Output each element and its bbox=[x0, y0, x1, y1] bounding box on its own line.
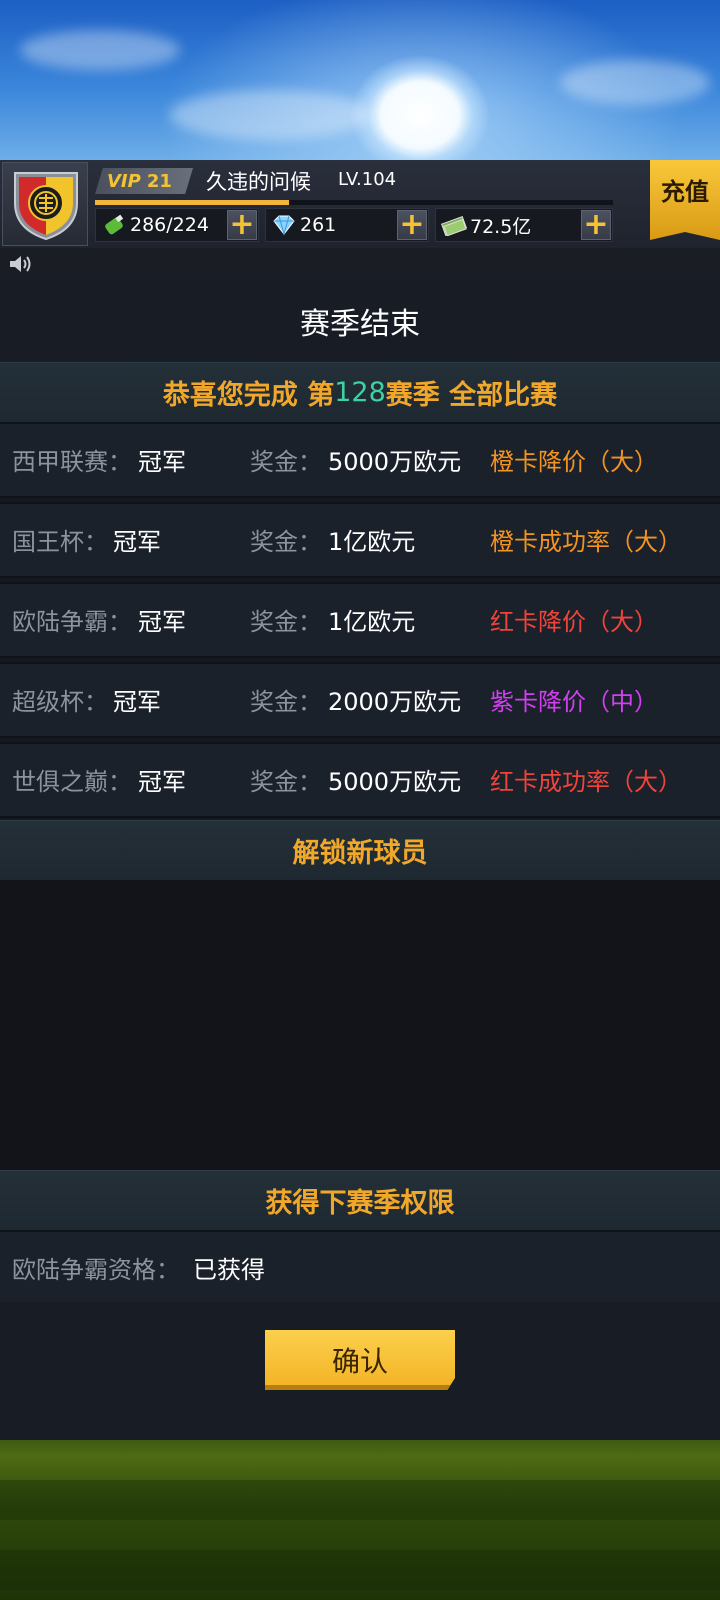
competition-name: 欧陆争霸： bbox=[12, 608, 132, 636]
prize-amount: 2000万欧元 bbox=[328, 688, 462, 716]
diamond-counter: 261 + bbox=[265, 208, 429, 242]
qualification-row: 欧陆争霸资格： 已获得 bbox=[0, 1230, 720, 1306]
competition-result: 冠军 bbox=[138, 608, 186, 636]
page-title: 赛季结束 bbox=[0, 280, 720, 362]
reward-text: 红卡成功率（大） bbox=[490, 768, 682, 796]
diamond-icon bbox=[271, 214, 297, 236]
result-row: 欧陆争霸： 冠军 奖金： 1亿欧元 红卡降价（大） bbox=[0, 582, 720, 658]
result-row: 国王杯： 冠军 奖金： 1亿欧元 橙卡成功率（大） bbox=[0, 502, 720, 578]
reward-text: 红卡降价（大） bbox=[490, 608, 658, 636]
prize-label: 奖金： bbox=[250, 528, 322, 556]
reward-text: 橙卡降价（大） bbox=[490, 448, 658, 476]
prize-label: 奖金： bbox=[250, 768, 322, 796]
season-end-panel: 赛季结束 恭喜您完成 第 128 赛季 全部比赛 西甲联赛： 冠军 奖金： 5000… bbox=[0, 280, 720, 1440]
competition-name: 超级杯： bbox=[12, 688, 108, 716]
vip-label: VIP bbox=[107, 170, 141, 192]
vip-level: 21 bbox=[146, 170, 172, 192]
congrats-prefix: 恭喜您完成 第 bbox=[162, 380, 335, 411]
stamina-counter: 286/224 + bbox=[95, 208, 259, 242]
prize-label: 奖金： bbox=[250, 688, 322, 716]
confirm-button[interactable]: 确认 bbox=[265, 1330, 455, 1390]
stamina-bottle-icon bbox=[101, 214, 127, 236]
player-level: LV.104 bbox=[338, 169, 397, 190]
confirm-area: 确认 bbox=[0, 1302, 720, 1440]
prize-amount: 1亿欧元 bbox=[328, 608, 416, 636]
stamina-value: 286/224 bbox=[130, 214, 209, 236]
vip-badge[interactable]: VIP 21 bbox=[95, 168, 193, 194]
qualification-value: 已获得 bbox=[193, 1256, 265, 1284]
prize-amount: 5000万欧元 bbox=[328, 768, 462, 796]
prize-amount: 5000万欧元 bbox=[328, 448, 462, 476]
unlock-players-heading: 解锁新球员 bbox=[0, 820, 720, 880]
new-players-area bbox=[0, 880, 720, 1170]
competition-name: 世俱之巅： bbox=[12, 768, 132, 796]
top-status-bar: VIP 21 久违的问候 LV.104 286/224 + 261 + 72.5… bbox=[0, 160, 720, 248]
prize-label: 奖金： bbox=[250, 608, 322, 636]
cloud bbox=[560, 60, 710, 105]
cloud bbox=[170, 90, 370, 140]
competition-result: 冠军 bbox=[113, 688, 161, 716]
grass-stripe bbox=[0, 1480, 720, 1520]
reward-text: 紫卡降价（中） bbox=[490, 688, 658, 716]
xp-progress-bar bbox=[95, 200, 613, 205]
add-stamina-button[interactable]: + bbox=[227, 210, 257, 240]
grass-stripe bbox=[0, 1550, 720, 1590]
grass-background bbox=[0, 1440, 720, 1600]
season-number: 128 bbox=[334, 377, 386, 408]
money-value: 72.5亿 bbox=[470, 215, 532, 238]
congrats-suffix: 赛季 全部比赛 bbox=[385, 380, 558, 411]
next-season-heading: 获得下赛季权限 bbox=[0, 1170, 720, 1230]
player-name: 久违的问候 bbox=[206, 170, 311, 194]
cash-icon bbox=[441, 214, 467, 236]
speaker-icon[interactable] bbox=[8, 254, 36, 274]
competition-name: 西甲联赛： bbox=[12, 448, 132, 476]
diamond-value: 261 bbox=[300, 214, 337, 236]
club-crest-button[interactable] bbox=[2, 162, 88, 246]
congrats-heading: 恭喜您完成 第 128 赛季 全部比赛 bbox=[0, 362, 720, 422]
competition-result: 冠军 bbox=[138, 768, 186, 796]
club-crest-icon bbox=[14, 172, 78, 241]
result-row: 超级杯： 冠军 奖金： 2000万欧元 紫卡降价（中） bbox=[0, 662, 720, 738]
prize-label: 奖金： bbox=[250, 448, 322, 476]
competition-name: 国王杯： bbox=[12, 528, 108, 556]
qualification-label: 欧陆争霸资格： bbox=[12, 1256, 180, 1284]
sound-bar bbox=[0, 248, 720, 280]
result-row: 西甲联赛： 冠军 奖金： 5000万欧元 橙卡降价（大） bbox=[0, 422, 720, 498]
reward-text: 橙卡成功率（大） bbox=[490, 528, 682, 556]
recharge-label: 充值 bbox=[661, 178, 709, 206]
result-row: 世俱之巅： 冠军 奖金： 5000万欧元 红卡成功率（大） bbox=[0, 742, 720, 818]
prize-amount: 1亿欧元 bbox=[328, 528, 416, 556]
competition-result: 冠军 bbox=[113, 528, 161, 556]
money-counter: 72.5亿 + bbox=[435, 208, 613, 242]
sky-background bbox=[0, 0, 720, 160]
competition-result: 冠军 bbox=[138, 448, 186, 476]
cloud bbox=[20, 30, 180, 70]
recharge-button[interactable]: 充值 bbox=[650, 160, 720, 240]
add-money-button[interactable]: + bbox=[581, 210, 611, 240]
xp-progress-fill bbox=[95, 200, 290, 205]
add-diamond-button[interactable]: + bbox=[397, 210, 427, 240]
